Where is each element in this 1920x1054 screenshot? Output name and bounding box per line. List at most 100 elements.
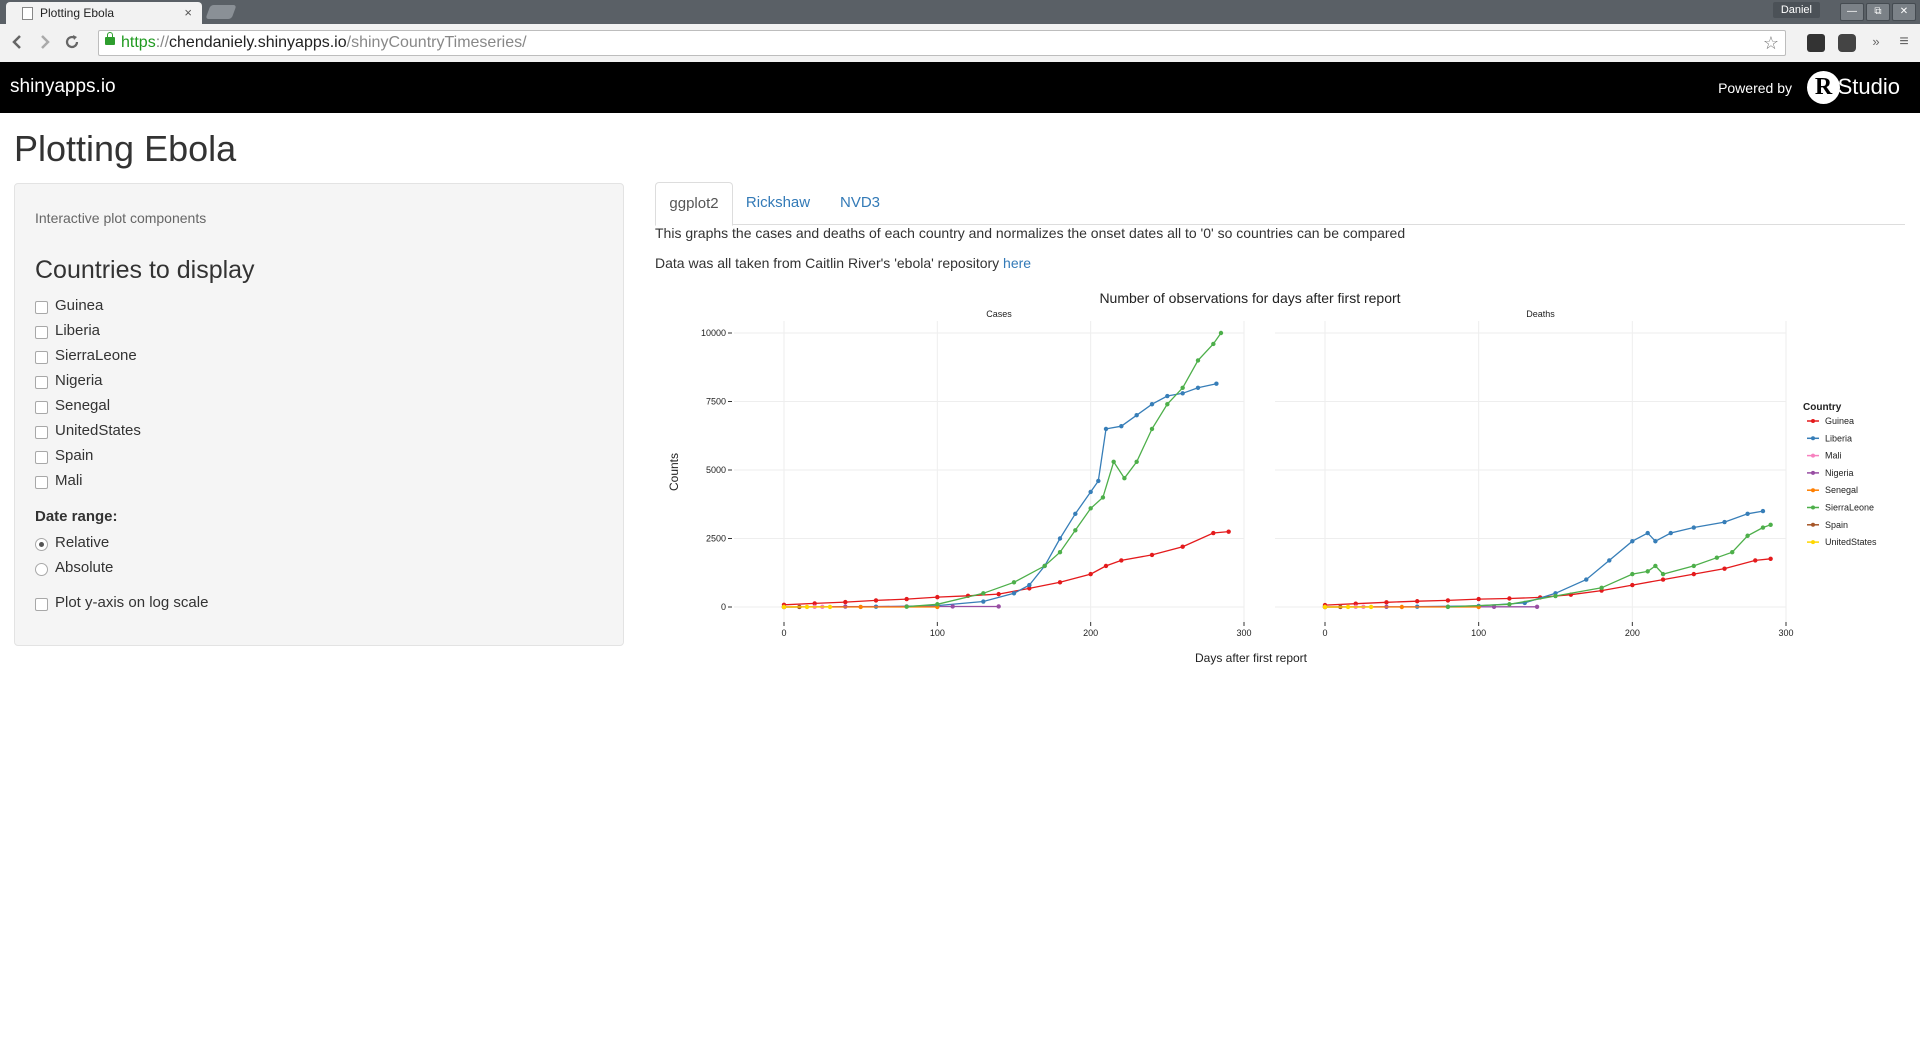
legend-marker-sierraleone — [1811, 505, 1815, 510]
description-text: Data was all taken from Caitlin River's … — [655, 255, 1000, 271]
bookmark-star-icon[interactable]: ☆ — [1763, 31, 1779, 55]
browser-tab[interactable]: Plotting Ebola × — [6, 2, 202, 24]
powered-by-label: Powered by — [1718, 80, 1792, 96]
radio-button[interactable] — [35, 538, 48, 551]
data-point-sierraleone — [1111, 459, 1116, 464]
data-point-guinea — [1103, 563, 1109, 569]
tab-rickshaw[interactable]: Rickshaw — [735, 182, 821, 224]
checkbox[interactable] — [35, 598, 48, 611]
data-point-unitedstates — [781, 604, 787, 610]
brand-link[interactable]: shinyapps.io — [10, 76, 116, 98]
legend-marker-guinea — [1811, 419, 1815, 423]
pocket-icon[interactable] — [1838, 34, 1856, 52]
tab-close-icon[interactable]: × — [184, 2, 192, 24]
legend-label: Liberia — [1825, 433, 1852, 443]
rstudio-logo-text[interactable]: Studio — [1838, 74, 1900, 100]
legend-label: Spain — [1825, 520, 1848, 530]
country-label: SierraLeone — [55, 347, 137, 364]
url-text: https://chendaniely.shinyapps.io/shinyCo… — [121, 34, 527, 51]
data-point-guinea — [1226, 529, 1231, 534]
x-tick-label: 100 — [1471, 628, 1486, 638]
data-point-liberia — [1088, 489, 1093, 495]
x-tick-label: 200 — [1625, 628, 1640, 638]
reload-icon[interactable] — [62, 32, 82, 52]
legend-label: UnitedStates — [1825, 537, 1877, 547]
forward-icon[interactable] — [34, 32, 54, 52]
address-bar[interactable]: https://chendaniely.shinyapps.io/shinyCo… — [98, 30, 1786, 56]
checkbox[interactable] — [35, 476, 48, 489]
ebola-chart: Number of observations for days after fi… — [667, 290, 1877, 665]
repository-link[interactable]: here — [1003, 255, 1031, 271]
data-point-nigeria — [950, 604, 955, 609]
x-tick-label: 300 — [1236, 628, 1251, 638]
x-tick-label: 300 — [1778, 628, 1793, 638]
checkbox[interactable] — [35, 376, 48, 389]
extension-icon[interactable] — [1807, 34, 1825, 52]
profile-button[interactable]: Daniel — [1772, 2, 1820, 18]
checkbox[interactable] — [35, 351, 48, 364]
checkbox[interactable] — [35, 301, 48, 314]
data-point-sierraleone — [1553, 593, 1558, 599]
data-point-liberia — [981, 599, 986, 604]
data-point-liberia — [1645, 530, 1650, 536]
data-point-guinea — [1753, 558, 1758, 563]
data-point-liberia — [1691, 525, 1697, 530]
data-point-sierraleone — [1100, 495, 1106, 500]
legend-marker-nigeria — [1811, 470, 1815, 475]
log-scale-label: Plot y-axis on log scale — [55, 594, 209, 611]
minimize-button[interactable]: — — [1840, 3, 1864, 21]
data-point-liberia — [1057, 536, 1063, 541]
data-point-sierraleone — [1211, 341, 1216, 347]
data-point-liberia — [1630, 539, 1635, 544]
data-point-sierraleone — [1660, 571, 1666, 577]
radio-label: Absolute — [55, 559, 114, 576]
data-point-guinea — [1445, 598, 1451, 603]
y-tick-label: 10000 — [701, 328, 726, 338]
data-point-sierraleone — [1445, 604, 1451, 610]
series-line-sierraleone — [1447, 524, 1771, 608]
rstudio-logo-icon[interactable]: R — [1807, 71, 1840, 104]
chart-title: Number of observations for days after fi… — [1099, 290, 1400, 306]
tab-nvd3[interactable]: NVD3 — [825, 182, 895, 224]
data-point-sierraleone — [1630, 571, 1635, 577]
data-point-sierraleone — [1645, 569, 1650, 574]
data-point-guinea — [1088, 571, 1093, 577]
data-point-liberia — [1011, 591, 1017, 596]
browser-tab-title: Plotting Ebola — [40, 6, 115, 20]
description-line2: Data was all taken from Caitlin River's … — [655, 255, 1031, 271]
x-tick-label: 200 — [1083, 628, 1098, 638]
checkbox[interactable] — [35, 451, 48, 464]
sidebar-caption: Interactive plot components — [35, 210, 207, 226]
data-point-liberia — [1195, 385, 1201, 390]
menu-icon[interactable]: ≡ — [1894, 32, 1914, 52]
data-point-sierraleone — [1714, 555, 1720, 560]
close-window-button[interactable]: ✕ — [1892, 3, 1916, 21]
overflow-chevron-icon[interactable]: » — [1866, 32, 1886, 52]
checkbox[interactable] — [35, 426, 48, 439]
countries-heading: Countries to display — [35, 256, 255, 284]
data-point-guinea — [1507, 596, 1512, 601]
lock-icon — [105, 32, 115, 45]
series-line-guinea — [1324, 558, 1771, 606]
x-tick-label: 0 — [781, 628, 786, 638]
data-point-senegal — [858, 604, 863, 610]
restore-button[interactable]: ⧉ — [1866, 3, 1890, 21]
x-tick-label: 0 — [1322, 628, 1327, 638]
new-tab-button[interactable] — [205, 5, 237, 19]
checkbox[interactable] — [35, 326, 48, 339]
data-point-liberia — [1134, 413, 1139, 418]
data-point-nigeria — [1534, 604, 1540, 609]
data-point-sierraleone — [1218, 330, 1224, 336]
data-point-sierraleone — [1057, 550, 1063, 555]
data-point-sierraleone — [1011, 580, 1017, 585]
back-icon[interactable] — [8, 32, 28, 52]
data-point-sierraleone — [1149, 426, 1155, 432]
checkbox[interactable] — [35, 401, 48, 414]
data-point-guinea — [1057, 580, 1063, 585]
data-point-guinea — [1630, 582, 1635, 588]
tab-ggplot2[interactable]: ggplot2 — [655, 182, 733, 226]
radio-button[interactable] — [35, 563, 48, 576]
country-label: Senegal — [55, 397, 111, 414]
data-point-guinea — [1149, 552, 1155, 558]
app-navbar: shinyapps.io Powered by R Studio — [0, 62, 1920, 113]
